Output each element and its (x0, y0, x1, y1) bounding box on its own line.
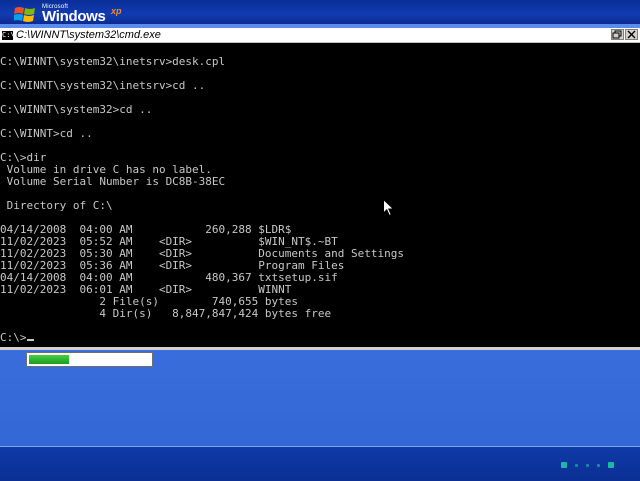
terminal-line: C:\WINNT\system32>cd .. (0, 103, 153, 116)
restore-icon (612, 30, 622, 39)
activity-dot (575, 463, 578, 467)
cmd-titlebar[interactable]: C:\ C:\WINNT\system32\cmd.exe (0, 28, 640, 43)
setup-top-banner: Microsoft Windows xp (0, 0, 640, 25)
activity-dot (561, 462, 567, 468)
cmd-window[interactable]: C:\ C:\WINNT\system32\cmd.exe C:\WINNT\s… (0, 28, 640, 350)
terminal-output[interactable]: C:\WINNT\system32\inetsrv>desk.cpl C:\WIN… (0, 44, 640, 344)
activity-dot (586, 463, 589, 467)
text-cursor (26, 339, 34, 341)
terminal-line: Volume Serial Number is DC8B-38EC (0, 175, 226, 188)
mouse-pointer-icon (383, 199, 395, 217)
restore-button[interactable] (611, 29, 624, 40)
xp-label: xp (111, 6, 122, 16)
terminal-line: C:\WINNT\system32\inetsrv>desk.cpl (0, 55, 226, 68)
cmd-icon[interactable]: C:\ (2, 30, 15, 40)
terminal-line: Directory of C:\ (0, 199, 113, 212)
activity-dot (608, 462, 614, 468)
terminal-line: C:\WINNT\system32\inetsrv>cd .. (0, 79, 206, 92)
setup-progress-fill (29, 355, 69, 364)
terminal-line: C:\WINNT>cd .. (0, 127, 93, 140)
close-icon (627, 30, 636, 39)
activity-indicator (561, 462, 614, 468)
window-controls (611, 29, 638, 40)
terminal-line: C:\> (0, 332, 640, 344)
windows-flag-icon (14, 7, 35, 22)
windows-label: Windows (42, 8, 106, 25)
window-title: C:\WINNT\system32\cmd.exe (16, 29, 161, 41)
activity-dot (597, 463, 600, 467)
terminal-line: 4 Dir(s) 8,847,847,424 bytes free (0, 307, 332, 320)
setup-bottom-banner (0, 446, 640, 481)
setup-progress-bar (26, 352, 153, 367)
close-button[interactable] (625, 29, 638, 40)
